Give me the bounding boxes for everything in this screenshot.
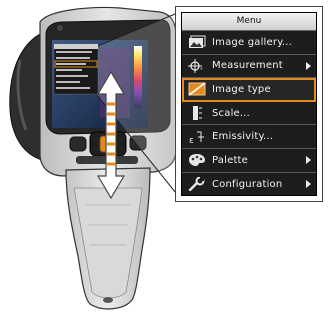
menu-item-measurement[interactable]: ° Measurement	[182, 55, 316, 79]
menu-item-label: Image type	[212, 83, 271, 95]
menu-item-label: Emissivity...	[212, 131, 274, 143]
menu-item-image-gallery[interactable]: Image gallery...	[182, 31, 316, 55]
submenu-arrow-icon	[306, 156, 311, 165]
menu-item-label: Measurement	[212, 60, 283, 72]
menu-item-label: Palette	[212, 154, 249, 166]
scale-icon	[186, 105, 208, 121]
left-button	[69, 136, 87, 152]
menu-item-palette[interactable]: Palette	[182, 149, 316, 173]
image-type-icon	[186, 81, 208, 97]
svg-text:°: °	[200, 67, 203, 73]
measurement-icon: °	[186, 58, 208, 74]
menu-item-label: Image gallery...	[212, 36, 293, 48]
menu-item-scale[interactable]: Scale...	[182, 102, 316, 126]
submenu-arrow-icon	[306, 180, 311, 189]
emissivity-icon: ε	[186, 129, 208, 145]
menu-callout: Menu Image gallery... ° Measurement Imag…	[175, 6, 323, 202]
wrench-icon	[186, 176, 208, 192]
menu-item-label: Configuration	[212, 178, 283, 190]
menu-item-label: Scale...	[212, 107, 251, 119]
thermal-camera-illustration: Menu Image gallery... ° Measurement Imag…	[0, 0, 330, 319]
tripod-socket	[103, 297, 113, 303]
menu-item-image-type[interactable]: Image type	[182, 78, 316, 102]
menu-item-emissivity[interactable]: ε Emissivity...	[182, 125, 316, 149]
camera-led	[57, 25, 63, 31]
menu-list: Image gallery... ° Measurement Image typ…	[182, 31, 316, 196]
submenu-arrow-icon	[306, 61, 311, 70]
menu-title: Menu	[182, 13, 316, 31]
menu-item-configuration[interactable]: Configuration	[182, 173, 316, 197]
palette-icon	[186, 152, 208, 168]
svg-text:ε: ε	[189, 136, 194, 144]
menu-window: Menu Image gallery... ° Measurement Imag…	[181, 12, 317, 196]
image-gallery-icon	[186, 34, 208, 50]
